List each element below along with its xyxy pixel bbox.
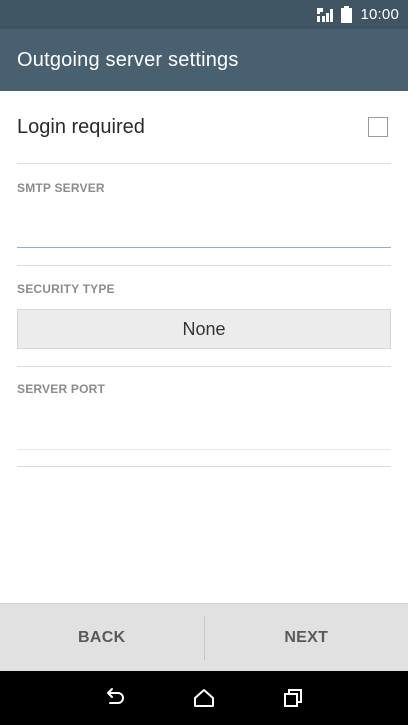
security-type-select[interactable]: None: [17, 309, 391, 349]
login-required-row[interactable]: Login required: [17, 91, 391, 164]
login-required-checkbox[interactable]: [368, 117, 388, 137]
battery-icon: [341, 6, 353, 23]
signal-icon: [317, 7, 334, 22]
home-icon[interactable]: [192, 686, 216, 710]
recents-icon[interactable]: [281, 686, 305, 710]
bottom-action-bar: BACK NEXT: [0, 603, 408, 671]
divider: [17, 265, 391, 266]
back-icon[interactable]: [103, 686, 127, 710]
page-title: Outgoing server settings: [17, 48, 239, 71]
divider: [17, 366, 391, 367]
security-type-value: None: [182, 318, 226, 339]
back-button[interactable]: BACK: [0, 604, 204, 671]
server-port-input[interactable]: [17, 405, 391, 450]
server-port-label: SERVER PORT: [17, 382, 105, 396]
divider: [17, 466, 391, 467]
login-required-label: Login required: [17, 115, 145, 138]
app-bar: Outgoing server settings: [0, 29, 408, 91]
status-time: 10:00: [360, 6, 399, 23]
smtp-server-input[interactable]: [17, 205, 391, 248]
security-type-label: SECURITY TYPE: [17, 282, 115, 296]
screen: 10:00 Outgoing server settings Login req…: [0, 0, 408, 725]
next-button[interactable]: NEXT: [205, 604, 408, 671]
smtp-server-label: SMTP SERVER: [17, 181, 105, 195]
status-bar: 10:00: [0, 0, 408, 29]
navigation-bar: [0, 671, 408, 725]
